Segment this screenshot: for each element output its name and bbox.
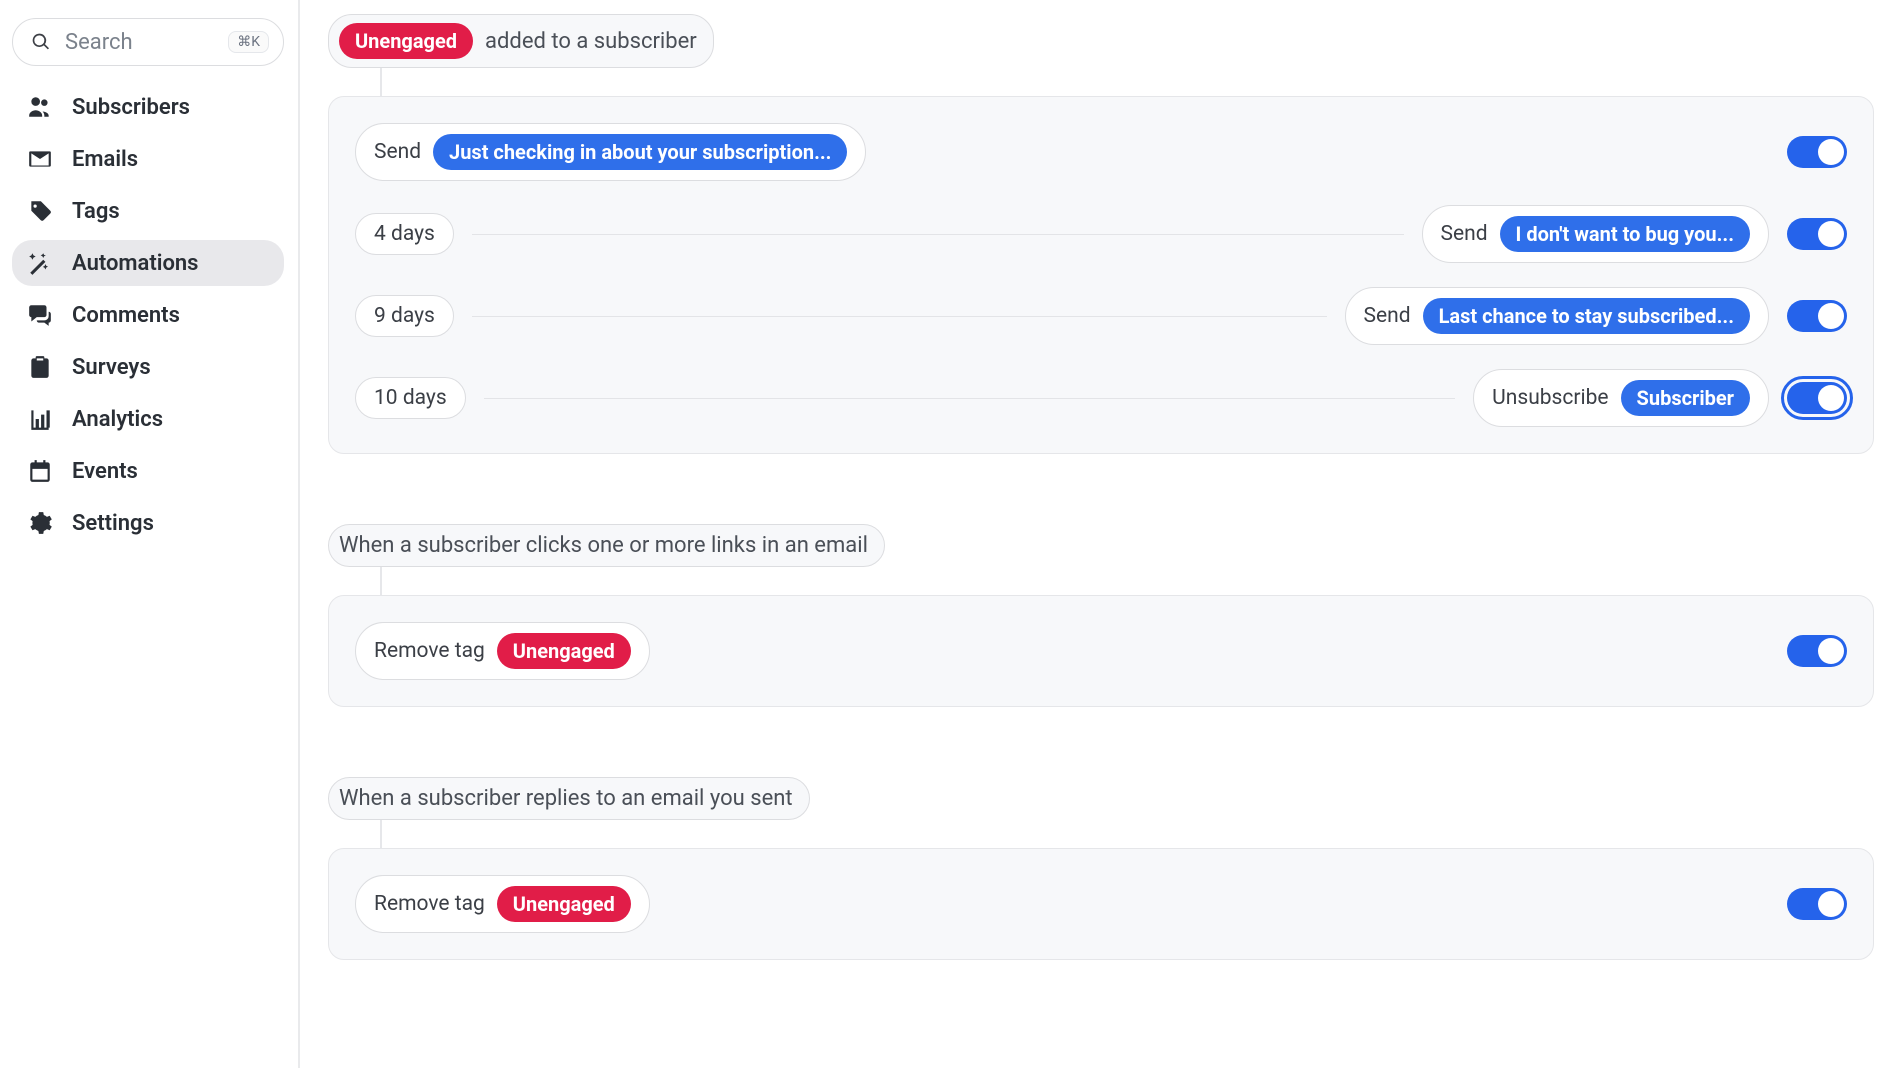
automation-trigger[interactable]: When a subscriber replies to an email yo…	[328, 777, 810, 820]
sidebar: Search ⌘K Subscribers Emails Tags Automa…	[0, 0, 300, 1068]
users-icon	[26, 94, 54, 120]
connector-line	[472, 316, 1327, 317]
connector-line	[380, 820, 382, 848]
connector-line	[472, 234, 1404, 235]
sidebar-item-label: Analytics	[72, 407, 163, 432]
automation-panel: Send Just checking in about your subscri…	[328, 96, 1874, 454]
sidebar-item-comments[interactable]: Comments	[12, 292, 284, 338]
action-chip[interactable]: Unsubscribe Subscriber	[1473, 369, 1769, 427]
sidebar-nav: Subscribers Emails Tags Automations Comm…	[8, 84, 288, 546]
step-toggle[interactable]	[1787, 300, 1847, 332]
delay-chip[interactable]: 10 days	[355, 377, 466, 419]
tag-icon	[26, 198, 54, 224]
sidebar-item-tags[interactable]: Tags	[12, 188, 284, 234]
action-label: Send	[1441, 222, 1488, 246]
sidebar-item-settings[interactable]: Settings	[12, 500, 284, 546]
sidebar-item-emails[interactable]: Emails	[12, 136, 284, 182]
sidebar-item-label: Events	[72, 459, 138, 484]
sidebar-item-subscribers[interactable]: Subscribers	[12, 84, 284, 130]
automation-trigger[interactable]: Unengaged added to a subscriber	[328, 14, 714, 68]
action-chip[interactable]: Remove tag Unengaged	[355, 875, 650, 933]
connector-line	[380, 68, 382, 96]
sidebar-item-label: Settings	[72, 511, 154, 536]
automation-step: 9 days Send Last chance to stay subscribe…	[355, 287, 1847, 345]
email-pill: Last chance to stay subscribed...	[1423, 298, 1750, 334]
step-toggle[interactable]	[1787, 635, 1847, 667]
email-pill: I don't want to bug you...	[1500, 216, 1750, 252]
action-label: Remove tag	[374, 639, 485, 663]
search-shortcut: ⌘K	[228, 31, 269, 53]
sidebar-item-label: Surveys	[72, 355, 151, 380]
sidebar-item-surveys[interactable]: Surveys	[12, 344, 284, 390]
automation-step: 10 days Unsubscribe Subscriber	[355, 369, 1847, 427]
automation-step: Remove tag Unengaged	[355, 622, 1847, 680]
trigger-text: added to a subscriber	[485, 29, 697, 54]
comments-icon	[26, 302, 54, 328]
action-chip[interactable]: Send Just checking in about your subscri…	[355, 123, 866, 181]
sidebar-item-label: Automations	[72, 251, 199, 276]
automation-trigger[interactable]: When a subscriber clicks one or more lin…	[328, 524, 885, 567]
delay-chip[interactable]: 4 days	[355, 213, 454, 255]
sidebar-item-events[interactable]: Events	[12, 448, 284, 494]
automation-panel: Remove tag Unengaged	[328, 848, 1874, 960]
sidebar-item-automations[interactable]: Automations	[12, 240, 284, 286]
search-input[interactable]: Search ⌘K	[12, 18, 284, 66]
target-pill: Subscriber	[1621, 380, 1750, 416]
wand-icon	[26, 250, 54, 276]
connector-line	[484, 398, 1455, 399]
search-placeholder: Search	[65, 30, 133, 55]
connector-line	[380, 567, 382, 595]
sidebar-item-label: Tags	[72, 199, 120, 224]
search-icon	[31, 32, 51, 52]
step-toggle[interactable]	[1787, 382, 1847, 414]
automation-step: Send Just checking in about your subscri…	[355, 123, 1847, 181]
chart-icon	[26, 406, 54, 432]
calendar-icon	[26, 458, 54, 484]
clipboard-icon	[26, 354, 54, 380]
envelope-icon	[26, 146, 54, 172]
gear-icon	[26, 510, 54, 536]
action-label: Remove tag	[374, 892, 485, 916]
tag-pill: Unengaged	[497, 633, 631, 669]
action-chip[interactable]: Send I don't want to bug you...	[1422, 205, 1770, 263]
action-label: Send	[1364, 304, 1411, 328]
trigger-text: When a subscriber replies to an email yo…	[339, 786, 793, 811]
automation-step: 4 days Send I don't want to bug you...	[355, 205, 1847, 263]
tag-pill: Unengaged	[339, 23, 473, 59]
step-toggle[interactable]	[1787, 218, 1847, 250]
sidebar-item-label: Subscribers	[72, 95, 190, 120]
automation-panel: Remove tag Unengaged	[328, 595, 1874, 707]
action-label: Send	[374, 140, 421, 164]
sidebar-item-label: Comments	[72, 303, 180, 328]
sidebar-item-analytics[interactable]: Analytics	[12, 396, 284, 442]
automation-step: Remove tag Unengaged	[355, 875, 1847, 933]
email-pill: Just checking in about your subscription…	[433, 134, 847, 170]
main-content: Unengaged added to a subscriber Send Just …	[300, 0, 1900, 1068]
action-chip[interactable]: Send Last chance to stay subscribed...	[1345, 287, 1769, 345]
action-chip[interactable]: Remove tag Unengaged	[355, 622, 650, 680]
tag-pill: Unengaged	[497, 886, 631, 922]
step-toggle[interactable]	[1787, 136, 1847, 168]
step-toggle[interactable]	[1787, 888, 1847, 920]
delay-chip[interactable]: 9 days	[355, 295, 454, 337]
trigger-text: When a subscriber clicks one or more lin…	[339, 533, 868, 558]
sidebar-item-label: Emails	[72, 147, 138, 172]
action-label: Unsubscribe	[1492, 386, 1608, 410]
